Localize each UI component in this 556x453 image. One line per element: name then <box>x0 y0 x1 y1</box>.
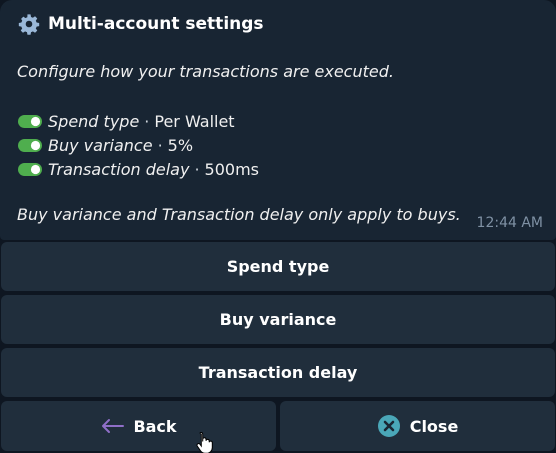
message-title: Multi-account settings <box>48 14 264 34</box>
message-title-row: Multi-account settings <box>18 11 264 37</box>
toggle-on-icon <box>18 138 42 152</box>
gear-icon <box>18 14 40 35</box>
back-button-label: Back <box>133 416 177 436</box>
setting-label: Spend type <box>48 111 140 131</box>
transaction-delay-button-label: Transaction delay <box>198 363 358 382</box>
message-timestamp: 12:44 AM <box>476 215 543 231</box>
setting-value: 5% <box>167 135 194 155</box>
setting-transaction-delay: Transaction delay · 500ms <box>18 157 259 181</box>
spend-type-button[interactable]: Spend type <box>1 242 555 291</box>
close-button[interactable]: Close <box>280 401 555 451</box>
setting-value: 500ms <box>204 159 260 179</box>
arrow-left-icon <box>102 419 125 433</box>
setting-separator: · <box>157 135 163 155</box>
intro-text: Configure how your transactions are exec… <box>17 62 394 81</box>
transaction-delay-button[interactable]: Transaction delay <box>1 348 555 397</box>
close-button-label: Close <box>409 416 459 436</box>
buy-variance-button-label: Buy variance <box>219 310 337 329</box>
setting-separator: · <box>194 159 200 179</box>
setting-label: Buy variance <box>48 135 153 155</box>
settings-list: Spend type · Per Wallet Buy variance · 5… <box>18 109 259 181</box>
setting-value: Per Wallet <box>154 111 235 131</box>
footnote-text: Buy variance and Transaction delay only … <box>17 205 461 224</box>
setting-label: Transaction delay <box>48 159 190 179</box>
setting-separator: · <box>144 111 150 131</box>
close-circle-icon <box>377 415 400 437</box>
bot-message-bubble: Multi-account settings Configure how you… <box>0 0 556 240</box>
spend-type-button-label: Spend type <box>226 257 330 276</box>
setting-buy-variance: Buy variance · 5% <box>18 133 259 157</box>
toggle-on-icon <box>18 162 42 176</box>
buy-variance-button[interactable]: Buy variance <box>1 295 555 344</box>
chat-view: Multi-account settings Configure how you… <box>0 0 556 453</box>
toggle-on-icon <box>18 114 42 128</box>
setting-spend-type: Spend type · Per Wallet <box>18 109 259 133</box>
back-button[interactable]: Back <box>1 401 276 451</box>
